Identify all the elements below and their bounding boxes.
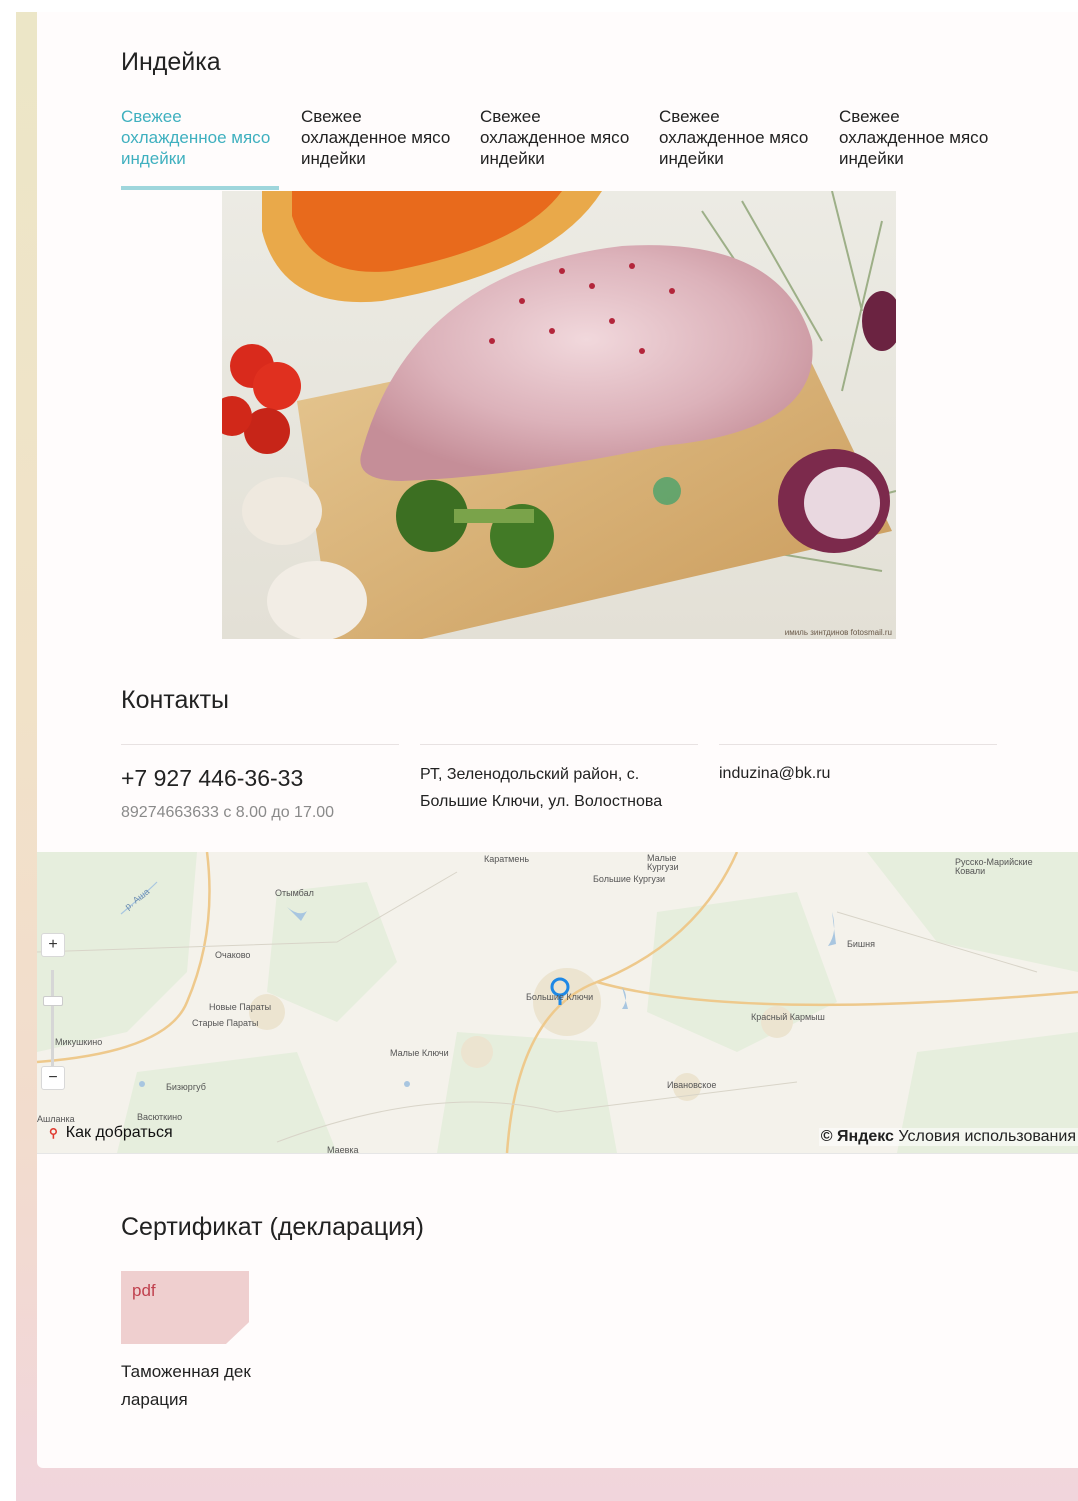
map-place-label: Малые Кургузи [647,853,679,872]
page-background: Индейка Свежее охлажденное мясо индейки … [16,12,1078,1501]
contact-email-block: induzina@bk.ru [719,744,997,783]
yandex-map[interactable]: Каратмень Малые Кургузи Большие Кургузи … [37,852,1078,1154]
certificate-title: Сертификат (декларация) [121,1213,424,1241]
tab-label: Свежее охлажденное мясо индейки [480,107,630,168]
product-title: Индейка [121,48,221,76]
zoom-slider-track[interactable] [51,970,54,1070]
map-place-label: Большие Кургузи [593,874,665,884]
tab-product-5[interactable]: Свежее охлажденное мясо индейки [839,106,997,169]
map-place-label: Новые Параты [209,1002,272,1012]
map-place-label: Очаково [215,950,251,960]
map-place-label: Малые Ключи [390,1048,449,1058]
map-place-label: Ивановское [667,1080,717,1090]
yandex-copyright[interactable]: © Яндекс [821,1128,894,1145]
map-place-label: Микушкино [55,1037,103,1047]
map-pin-icon: ⚲ [49,1126,58,1140]
photo-credit: имиль зинтдинов fotosmail.ru [784,628,892,637]
tab-product-4[interactable]: Свежее охлажденное мясо индейки [659,106,817,169]
tab-label: Свежее охлажденное мясо индейки [301,107,451,168]
phone-hours: 89274663633 с 8.00 до 17.00 [121,804,335,821]
zoom-in-button[interactable]: + [41,933,65,957]
zoom-out-button[interactable]: − [41,1066,65,1090]
product-photo: имиль зинтдинов fotosmail.ru [222,191,896,639]
map-place-label: Бизюргуб [166,1082,206,1092]
map-place-label: Старые Параты [192,1018,259,1028]
zoom-slider-handle[interactable] [43,996,63,1006]
address-text: РТ, Зеленодольский район, с. Большие Клю… [420,766,663,810]
map-terms-link[interactable]: Условия использования [898,1128,1076,1145]
active-tab-indicator [121,186,279,190]
contact-address-block: РТ, Зеленодольский район, с. Большие Клю… [420,744,698,815]
content-card: Индейка Свежее охлажденное мясо индейки … [37,12,1078,1468]
map-place-label: Отымбал [275,888,314,898]
map-place-label: Каратмень [484,854,530,864]
map-place-label: Русско-Марийские Ковали [955,857,1033,876]
tab-label: Свежее охлажденное мясо индейки [121,107,271,168]
pdf-file-type: pdf [132,1281,156,1300]
route-link-label: Как добраться [65,1124,173,1141]
map-place-label: Бишня [847,939,875,949]
map-place-label: Большие Ключи [526,992,594,1002]
map-place-label: Красный Кармыш [751,1012,825,1022]
route-link[interactable]: ⚲ Как добраться [49,1124,173,1142]
certificate-file-name[interactable]: Таможенная декларация [121,1358,251,1414]
email-link[interactable]: induzina@bk.ru [719,765,997,783]
map-place-label: Ашланка [37,1114,75,1124]
contacts-title: Контакты [121,686,229,714]
map-place-label: Маевка [327,1145,359,1154]
map-copyright: © Яндекс Условия использования [818,1128,1078,1146]
map-place-label: Васюткино [137,1112,183,1122]
map-terrain [37,852,1078,1153]
pdf-file-tile[interactable]: pdf [121,1271,249,1344]
tab-label: Свежее охлажденное мясо индейки [839,107,989,168]
tab-label: Свежее охлажденное мясо индейки [659,107,809,168]
tab-product-1[interactable]: Свежее охлажденное мясо индейки [121,106,279,190]
turkey-breast-illustration [222,191,896,639]
tab-product-3[interactable]: Свежее охлажденное мясо индейки [480,106,638,169]
contact-phone-block: +7 927 446-36-33 89274663633 с 8.00 до 1… [121,744,399,822]
tab-product-2[interactable]: Свежее охлажденное мясо индейки [301,106,459,169]
phone-number[interactable]: +7 927 446-36-33 [121,765,399,792]
product-tabs: Свежее охлажденное мясо индейки Свежее о… [121,106,1021,192]
